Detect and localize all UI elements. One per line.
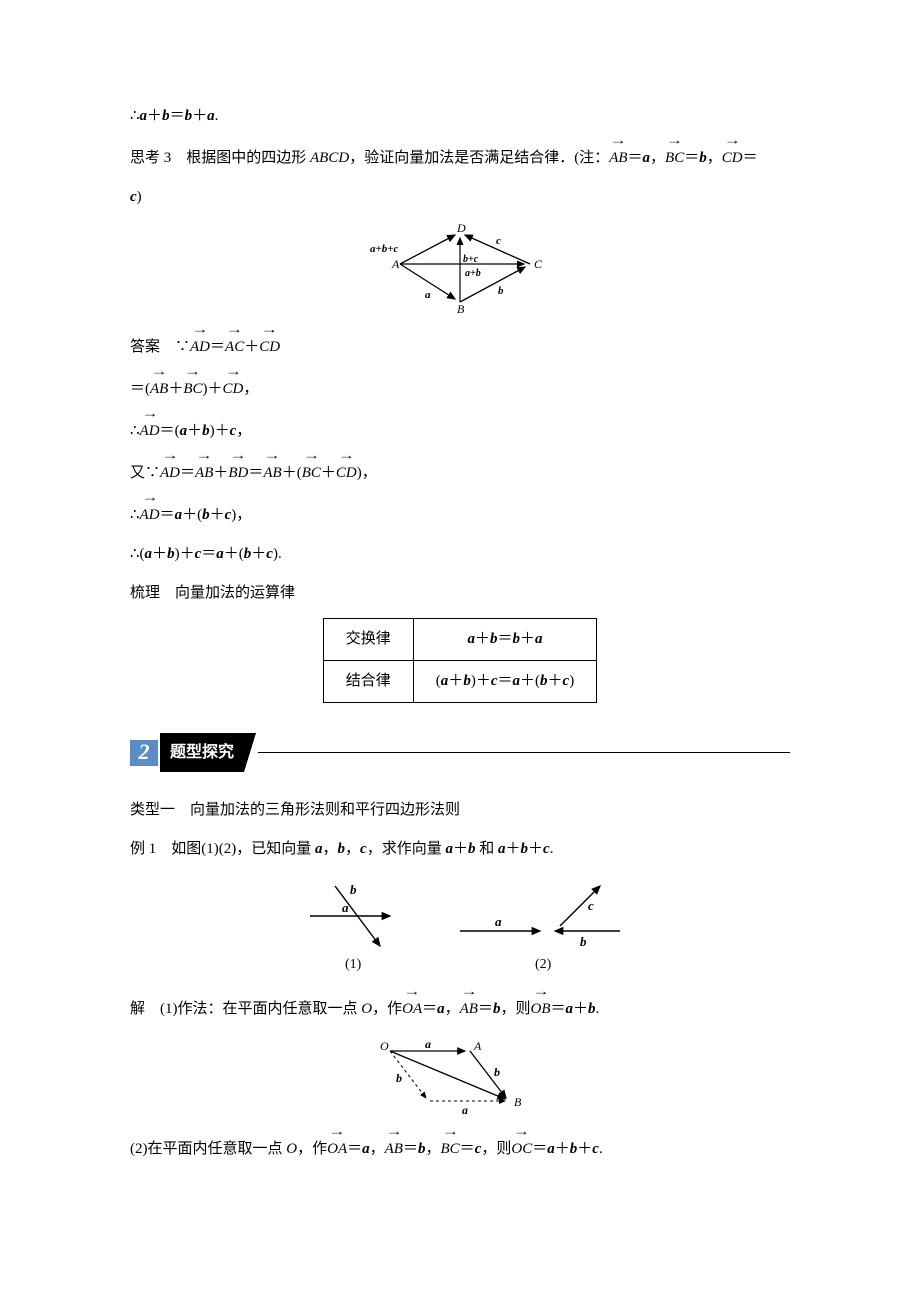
vector-CD: CD (722, 139, 743, 175)
example-1: 例 1 如图(1)(2)，已知向量 a，b，c，求作向量 a＋b 和 a＋b＋c… (130, 833, 790, 866)
svg-text:A: A (391, 257, 400, 271)
svg-text:b: b (498, 285, 504, 297)
svg-text:a: a (342, 900, 349, 915)
svg-text:C: C (534, 257, 543, 271)
answer-line2: ＝(AB＋BC)＋CD， (130, 370, 790, 406)
law-commutative-name: 交换律 (323, 619, 413, 661)
section-divider (258, 752, 790, 753)
therefore-symbol: ∴ (130, 108, 140, 124)
figure-oab: O A B a a b b (130, 1036, 790, 1116)
section-number: 2 (130, 740, 158, 766)
answer-line5: ∴AD＝a＋(b＋c)， (130, 496, 790, 532)
vector-BC: BC (665, 139, 684, 175)
svg-text:b+c: b+c (463, 254, 479, 265)
law-table: 交换律 a＋b＝b＋a 结合律 (a＋b)＋c＝a＋(b＋c) (323, 618, 597, 703)
law-associative-expr: (a＋b)＋c＝a＋(b＋c) (413, 661, 596, 703)
svg-text:b: b (396, 1071, 402, 1085)
answer-line6: ∴(a＋b)＋c＝a＋(b＋c). (130, 538, 790, 571)
svg-text:A: A (473, 1039, 482, 1053)
section-header: 2 题型探究 (130, 733, 790, 772)
equation-commutative: ∴a＋b＝b＋a. (130, 100, 790, 133)
svg-text:a+b+c: a+b+c (370, 243, 399, 255)
svg-text:b: b (580, 934, 587, 949)
svg-text:a+b: a+b (465, 268, 481, 279)
svg-text:B: B (457, 302, 465, 314)
law-commutative-expr: a＋b＝b＋a (413, 619, 596, 661)
vector-AB: AB (609, 139, 627, 175)
problem-sikao3-cont: c) (130, 181, 790, 214)
type-1-heading: 类型一 向量加法的三角形法则和平行四边形法则 (130, 794, 790, 827)
svg-text:a: a (425, 289, 431, 301)
svg-text:c: c (588, 898, 594, 913)
svg-text:a: a (495, 914, 502, 929)
problem-sikao3: 思考 3 根据图中的四边形 ABCD，验证向量加法是否满足结合律．(注：AB＝a… (130, 139, 790, 175)
law-associative-name: 结合律 (323, 661, 413, 703)
solution-2: (2)在平面内任意取一点 O，作OA＝a，AB＝b，BC＝c，则OC＝a＋b＋c… (130, 1130, 790, 1166)
figure-quadrilateral: A B C D a b c a+b+c b+c a+b (130, 224, 790, 314)
section-title: 题型探究 (160, 733, 244, 772)
summary-heading: 梳理 向量加法的运算律 (130, 577, 790, 610)
svg-text:c: c (496, 235, 501, 247)
svg-text:(1): (1) (345, 957, 362, 972)
svg-text:D: D (456, 224, 466, 235)
answer-line4: 又∵AD＝AB＋BD＝AB＋(BC＋CD)， (130, 454, 790, 490)
svg-text:a: a (462, 1103, 468, 1116)
svg-text:O: O (380, 1039, 389, 1053)
svg-text:b: b (494, 1065, 500, 1079)
figure-vectors-12: a b (1) a b c (2) (130, 876, 790, 976)
svg-text:B: B (514, 1095, 522, 1109)
solution-1: 解 (1)作法：在平面内任意取一点 O，作OA＝a，AB＝b，则OB＝a＋b. (130, 990, 790, 1026)
svg-text:(2): (2) (535, 957, 552, 972)
svg-text:a: a (425, 1037, 431, 1051)
svg-text:b: b (350, 882, 357, 897)
